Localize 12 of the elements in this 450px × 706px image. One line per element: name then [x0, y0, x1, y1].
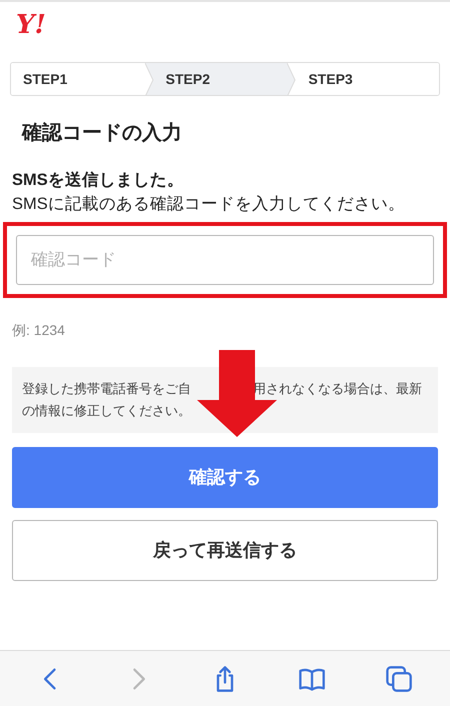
notice-text: の情報に修正してください。	[22, 403, 191, 418]
code-input-field[interactable]: 確認コード	[16, 235, 434, 285]
notice-text: 登録した携帯電話番号をご自	[22, 380, 191, 398]
resend-button[interactable]: 戻って再送信する	[12, 520, 438, 581]
sms-sent-title: SMSを送信しました。	[12, 170, 185, 191]
tabs-icon	[384, 664, 413, 692]
logo: Y!	[16, 10, 46, 40]
confirm-button[interactable]: 確認する	[12, 447, 438, 508]
sms-instruction: SMSに記載のある確認コードを入力してください。	[12, 194, 406, 215]
notice-text: 用されなくなる場合は、最新	[253, 380, 422, 398]
page-heading: 確認コードの入力	[20, 121, 183, 146]
example-hint: 例: 1234	[11, 321, 66, 340]
